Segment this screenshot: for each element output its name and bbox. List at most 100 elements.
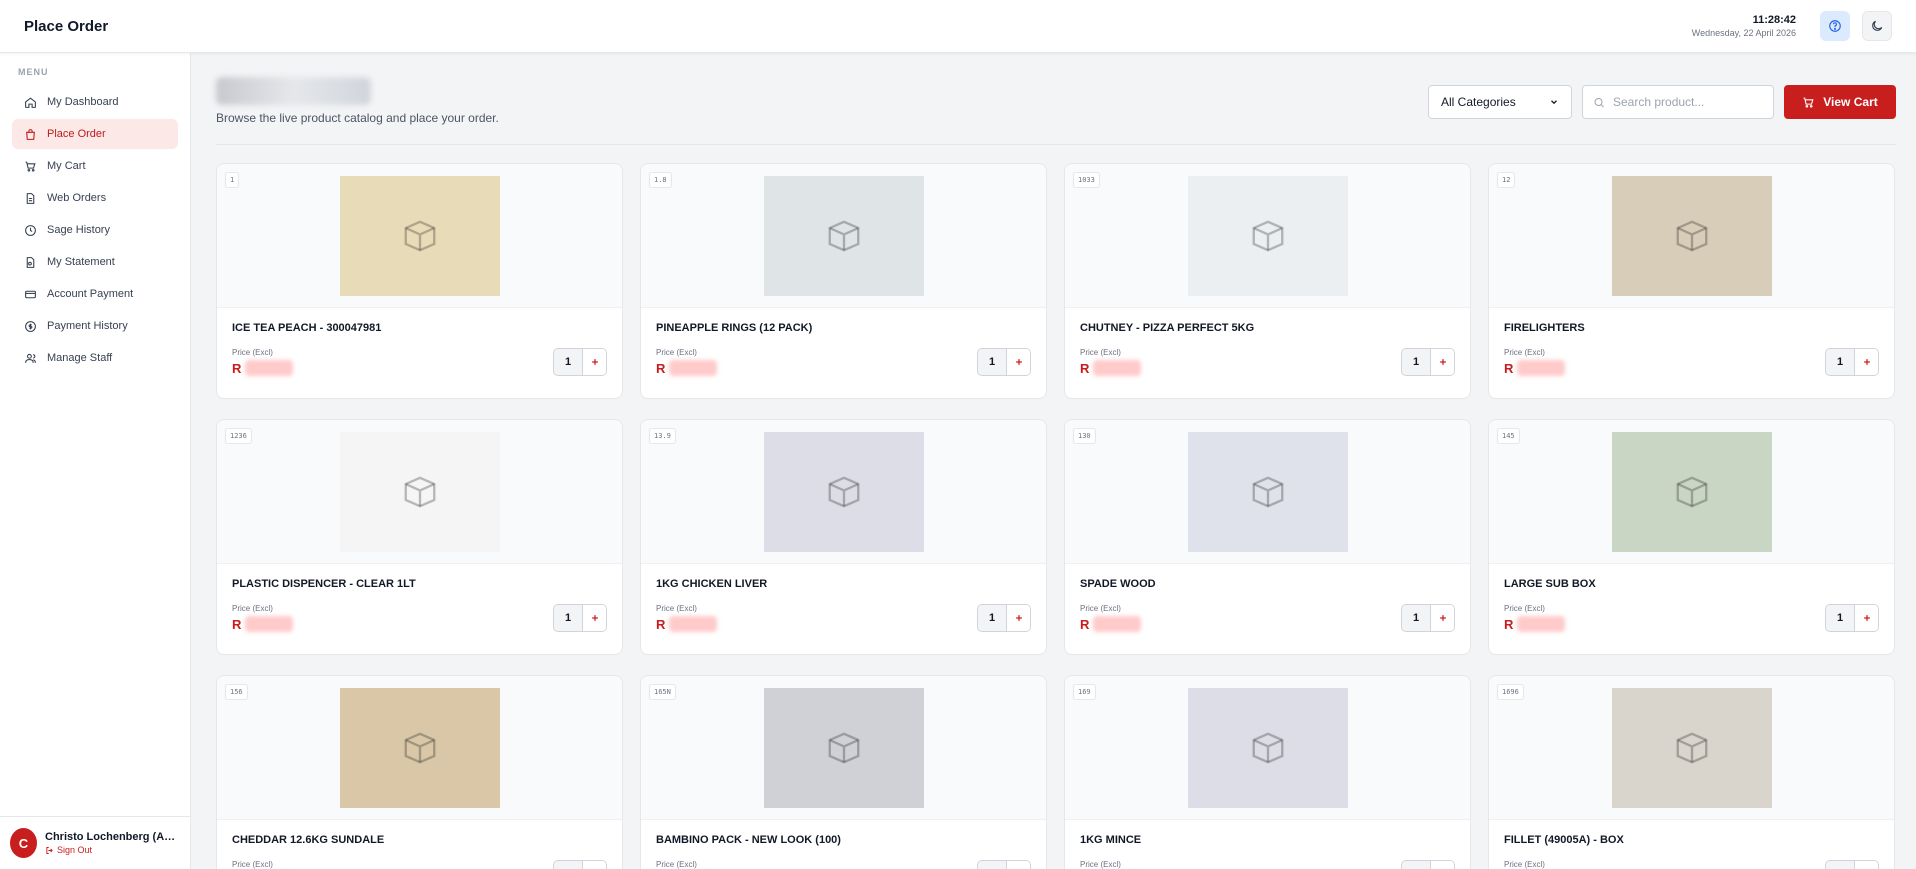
- sidebar-item-label: Payment History: [47, 320, 128, 332]
- main-content: Browse the live product catalog and plac…: [216, 53, 1896, 869]
- product-image-area: 156: [217, 676, 622, 820]
- product-code-badge: 165N: [649, 684, 676, 700]
- document-icon: [26, 192, 35, 204]
- quantity-stepper[interactable]: 1: [1401, 348, 1455, 376]
- chevron-down-icon: [1551, 100, 1557, 105]
- top-right-controls: 11:28:42 Wednesday, 22 April 2026: [1692, 11, 1892, 41]
- quantity-stepper[interactable]: 1: [977, 604, 1031, 632]
- product-photo: [1611, 687, 1772, 808]
- blurred-account-title: [216, 77, 371, 105]
- add-to-cart-button[interactable]: [1006, 861, 1030, 869]
- product-card: 156CHEDDAR 12.6KG SUNDALEPrice (Excl)R1: [216, 675, 623, 869]
- add-to-cart-button[interactable]: [582, 605, 606, 631]
- product-name: LARGE SUB BOX: [1504, 578, 1596, 590]
- cart-icon: [25, 161, 36, 172]
- blurred-price: [245, 360, 294, 376]
- sign-out-link[interactable]: Sign Out: [45, 845, 180, 855]
- clock-icon: [25, 224, 36, 236]
- clock-time: 11:28:42: [1752, 14, 1796, 26]
- sidebar-item-my-dashboard[interactable]: My Dashboard: [12, 87, 178, 117]
- sidebar-item-web-orders[interactable]: Web Orders: [12, 183, 178, 213]
- add-to-cart-button[interactable]: [1854, 605, 1878, 631]
- quantity-value[interactable]: 1: [978, 356, 1006, 368]
- search-input[interactable]: [1613, 95, 1763, 109]
- add-to-cart-button[interactable]: [1430, 605, 1454, 631]
- price-label: Price (Excl): [1504, 348, 1545, 357]
- sidebar-item-my-cart[interactable]: My Cart: [12, 151, 178, 181]
- currency-symbol: R: [1504, 616, 1514, 632]
- sidebar-item-label: Place Order: [47, 128, 106, 140]
- product-card: 12 FIRELIGHTERS Price (Excl) R 1: [1488, 163, 1895, 399]
- add-to-cart-button[interactable]: [1006, 349, 1030, 375]
- product-photo: [1611, 431, 1772, 552]
- product-name: CHEDDAR 12.6KG SUNDALE: [232, 834, 385, 846]
- price-label: Price (Excl): [656, 860, 697, 869]
- quantity-stepper[interactable]: 1: [553, 860, 607, 869]
- dark-mode-button[interactable]: [1862, 11, 1892, 41]
- search-icon: [1594, 97, 1604, 107]
- product-name: FILLET (49005A) - BOX: [1504, 834, 1624, 846]
- add-to-cart-button[interactable]: [582, 349, 606, 375]
- top-bar: Place Order 11:28:42 Wednesday, 22 April…: [0, 0, 1916, 53]
- product-card: 1033 CHUTNEY - PIZZA PERFECT 5KG Price (Ex…: [1064, 163, 1471, 399]
- quantity-value[interactable]: 1: [1402, 356, 1430, 368]
- product-photo: [339, 687, 500, 808]
- package-icon: [828, 731, 859, 764]
- product-name: FIRELIGHTERS: [1504, 322, 1585, 334]
- plus-icon: [1863, 615, 1870, 621]
- moon-icon: [1872, 20, 1883, 31]
- currency-symbol: R: [1080, 360, 1090, 376]
- view-cart-button[interactable]: View Cart: [1784, 85, 1896, 119]
- product-photo: [339, 431, 500, 552]
- quantity-stepper[interactable]: 1: [977, 860, 1031, 869]
- quantity-value[interactable]: 1: [978, 612, 1006, 624]
- user-profile: C Christo Lochenberg (Ad... Sign Out: [0, 816, 190, 869]
- package-icon: [1252, 731, 1283, 764]
- sidebar-item-place-order[interactable]: Place Order: [12, 119, 178, 149]
- sidebar-item-sage-history[interactable]: Sage History: [12, 215, 178, 245]
- product-image-area: 169: [1065, 676, 1470, 820]
- product-photo: [1187, 431, 1348, 552]
- quantity-stepper[interactable]: 1: [1825, 348, 1879, 376]
- product-image-area: 13.9: [641, 420, 1046, 564]
- quantity-stepper[interactable]: 1: [1825, 860, 1879, 869]
- quantity-stepper[interactable]: 1: [1401, 860, 1455, 869]
- search-box[interactable]: [1582, 85, 1774, 119]
- quantity-stepper[interactable]: 1: [553, 604, 607, 632]
- category-select[interactable]: All Categories: [1428, 85, 1572, 119]
- price-label: Price (Excl): [1080, 860, 1121, 869]
- add-to-cart-button[interactable]: [1430, 349, 1454, 375]
- quantity-stepper[interactable]: 1: [1401, 604, 1455, 632]
- quantity-stepper[interactable]: 1: [553, 348, 607, 376]
- quantity-value[interactable]: 1: [554, 356, 582, 368]
- product-name: PINEAPPLE RINGS (12 PACK): [656, 322, 813, 334]
- product-code-badge: 13.9: [649, 428, 676, 444]
- sidebar-item-my-statement[interactable]: My Statement: [12, 247, 178, 277]
- quantity-stepper[interactable]: 1: [1825, 604, 1879, 632]
- plus-icon: [1015, 615, 1022, 621]
- quantity-value[interactable]: 1: [1826, 612, 1854, 624]
- quantity-stepper[interactable]: 1: [977, 348, 1031, 376]
- sidebar-item-manage-staff[interactable]: Manage Staff: [12, 343, 178, 373]
- add-to-cart-button[interactable]: [1854, 861, 1878, 869]
- product-image-area: 1696: [1489, 676, 1894, 820]
- currency-symbol: R: [232, 360, 242, 376]
- users-icon: [25, 353, 36, 363]
- sidebar-item-account-payment[interactable]: Account Payment: [12, 279, 178, 309]
- product-price: R: [232, 616, 294, 632]
- add-to-cart-button[interactable]: [1006, 605, 1030, 631]
- add-to-cart-button[interactable]: [1854, 349, 1878, 375]
- add-to-cart-button[interactable]: [1430, 861, 1454, 869]
- product-price: R: [1504, 616, 1566, 632]
- help-button[interactable]: [1820, 11, 1850, 41]
- quantity-value[interactable]: 1: [1826, 356, 1854, 368]
- sidebar-item-label: Manage Staff: [47, 352, 113, 364]
- package-icon: [828, 219, 859, 252]
- sidebar-item-label: My Cart: [47, 160, 86, 172]
- sidebar-item-payment-history[interactable]: Payment History: [12, 311, 178, 341]
- add-to-cart-button[interactable]: [582, 861, 606, 869]
- quantity-value[interactable]: 1: [554, 612, 582, 624]
- quantity-value[interactable]: 1: [1402, 612, 1430, 624]
- package-icon: [404, 475, 435, 508]
- product-card: 165N BAMBINO PACK - NEW LOOK (100) Price (…: [640, 675, 1047, 869]
